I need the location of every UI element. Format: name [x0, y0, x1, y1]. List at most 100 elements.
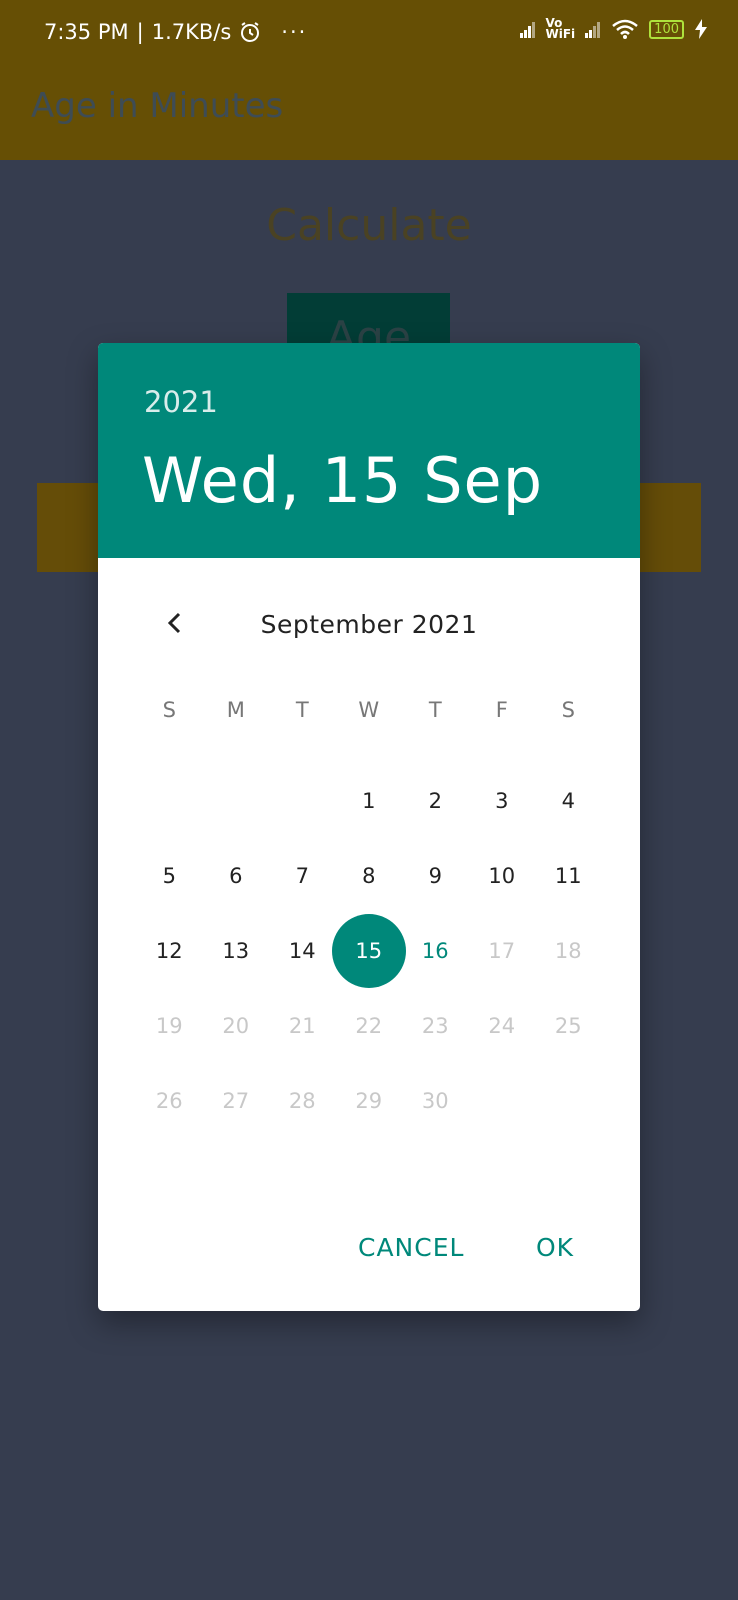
calendar-day[interactable]: 5	[136, 838, 203, 913]
alarm-icon	[241, 22, 260, 42]
day-number: 14	[288, 938, 316, 963]
weekday-label: T	[428, 698, 442, 722]
charging-icon	[695, 19, 707, 39]
calendar-day-disabled: 17	[469, 913, 536, 988]
day-number: 10	[488, 863, 516, 888]
cancel-button[interactable]: CANCEL	[358, 1233, 464, 1262]
calendar-day-today[interactable]: 16	[402, 913, 469, 988]
calculate-label: Calculate	[266, 200, 472, 251]
calendar-grid: 1 2 3 4 5 6 7 8 9 10 11 12 13 14 15 16 17 18 19 20 21 22 23 24 2…	[136, 763, 602, 1138]
day-number: 17	[488, 938, 516, 963]
wifi-icon	[612, 19, 638, 39]
calendar-day-disabled: 30	[402, 1063, 469, 1138]
calendar-day-disabled: 25	[535, 988, 602, 1063]
day-number: 29	[355, 1088, 383, 1113]
weekday-label: S	[162, 698, 176, 722]
calendar-day-disabled: 29	[336, 1063, 403, 1138]
calendar-day-disabled: 26	[136, 1063, 203, 1138]
day-number: 2	[428, 788, 442, 813]
day-number: 30	[421, 1088, 449, 1113]
day-number: 16	[421, 938, 449, 963]
calendar-day-disabled: 23	[402, 988, 469, 1063]
selected-date-display[interactable]: Wed, 15 Sep	[142, 444, 543, 517]
calendar-day[interactable]: 9	[402, 838, 469, 913]
day-number: 24	[488, 1013, 516, 1038]
signal-icon-2	[585, 20, 601, 38]
calendar-day[interactable]: 4	[535, 763, 602, 838]
calendar-empty-cell	[203, 763, 270, 838]
day-number: 7	[295, 863, 309, 888]
calendar-day[interactable]: 14	[269, 913, 336, 988]
dialog-header: 2021 Wed, 15 Sep	[98, 343, 640, 558]
vowifi-bottom: WiFi	[545, 27, 576, 41]
app-title: Age in Minutes	[31, 86, 284, 126]
calendar-day-disabled: 27	[203, 1063, 270, 1138]
status-left: 7:35 PM | 1.7KB/s ···	[44, 20, 307, 44]
status-right: Vo WiFi 100	[519, 17, 709, 41]
day-number: 5	[162, 863, 176, 888]
day-number: 26	[155, 1088, 183, 1113]
day-number: 23	[421, 1013, 449, 1038]
status-time: 7:35 PM	[44, 20, 129, 44]
calendar-empty-cell	[535, 1063, 602, 1138]
day-number: 19	[155, 1013, 183, 1038]
day-number: 4	[561, 788, 575, 813]
day-number: 27	[222, 1088, 250, 1113]
day-number: 25	[554, 1013, 582, 1038]
calendar-week: 26 27 28 29 30	[136, 1063, 602, 1138]
calendar-day[interactable]: 8	[336, 838, 403, 913]
day-number: 6	[229, 863, 243, 888]
calendar-day[interactable]: 1	[336, 763, 403, 838]
day-number: 11	[554, 863, 582, 888]
weekday-label: S	[561, 698, 575, 722]
dialog-actions: CANCEL OK	[98, 1233, 640, 1283]
calendar-day[interactable]: 13	[203, 913, 270, 988]
weekday-label: W	[358, 698, 380, 722]
calendar-day-disabled: 21	[269, 988, 336, 1063]
calendar-week: 5 6 7 8 9 10 11	[136, 838, 602, 913]
weekday-label: M	[226, 698, 245, 722]
weekday-header: SMTWTFS	[136, 698, 602, 728]
signal-icon	[519, 20, 536, 38]
calendar-day[interactable]: 12	[136, 913, 203, 988]
calendar-day[interactable]: 6	[203, 838, 270, 913]
calendar-day-disabled: 24	[469, 988, 536, 1063]
calendar-day-disabled: 20	[203, 988, 270, 1063]
day-number: 1	[362, 788, 376, 813]
calendar-empty-cell	[469, 1063, 536, 1138]
day-number: 18	[554, 938, 582, 963]
day-number: 8	[362, 863, 376, 888]
status-separator: |	[136, 20, 144, 44]
calendar-day[interactable]: 2	[402, 763, 469, 838]
calendar-day-disabled: 22	[336, 988, 403, 1063]
calendar-empty-cell	[136, 763, 203, 838]
calendar-day[interactable]: 7	[269, 838, 336, 913]
battery-icon: 100	[649, 19, 684, 39]
weekday-label: F	[495, 698, 508, 722]
day-number: 12	[155, 938, 183, 963]
day-number: 15	[355, 938, 383, 963]
calendar-day-disabled: 28	[269, 1063, 336, 1138]
date-picker-dialog: 2021 Wed, 15 Sep September 2021 SMTWTFS …	[98, 343, 640, 1311]
calendar-week: 19 20 21 22 23 24 25	[136, 988, 602, 1063]
calendar-empty-cell	[269, 763, 336, 838]
calendar-day-disabled: 18	[535, 913, 602, 988]
more-notifications-icon: ···	[281, 20, 308, 44]
status-speed: 1.7KB/s	[151, 20, 232, 44]
ok-button[interactable]: OK	[536, 1233, 574, 1262]
calendar-week: 1 2 3 4	[136, 763, 602, 838]
day-number: 28	[288, 1088, 316, 1113]
calendar-week: 12 13 14 15 16 17 18	[136, 913, 602, 988]
year-selector[interactable]: 2021	[144, 385, 218, 419]
day-number: 22	[355, 1013, 383, 1038]
month-label: September 2021	[260, 610, 478, 639]
calendar-day[interactable]: 3	[469, 763, 536, 838]
calendar-day-disabled: 19	[136, 988, 203, 1063]
day-number: 20	[222, 1013, 250, 1038]
day-number: 9	[428, 863, 442, 888]
calendar-day-selected[interactable]: 15	[331, 913, 406, 988]
calendar-day[interactable]: 11	[535, 838, 602, 913]
calendar-day[interactable]: 10	[469, 838, 536, 913]
status-bar: 7:35 PM | 1.7KB/s ··· Vo WiFi 100	[0, 0, 738, 70]
weekday-label: T	[295, 698, 309, 722]
